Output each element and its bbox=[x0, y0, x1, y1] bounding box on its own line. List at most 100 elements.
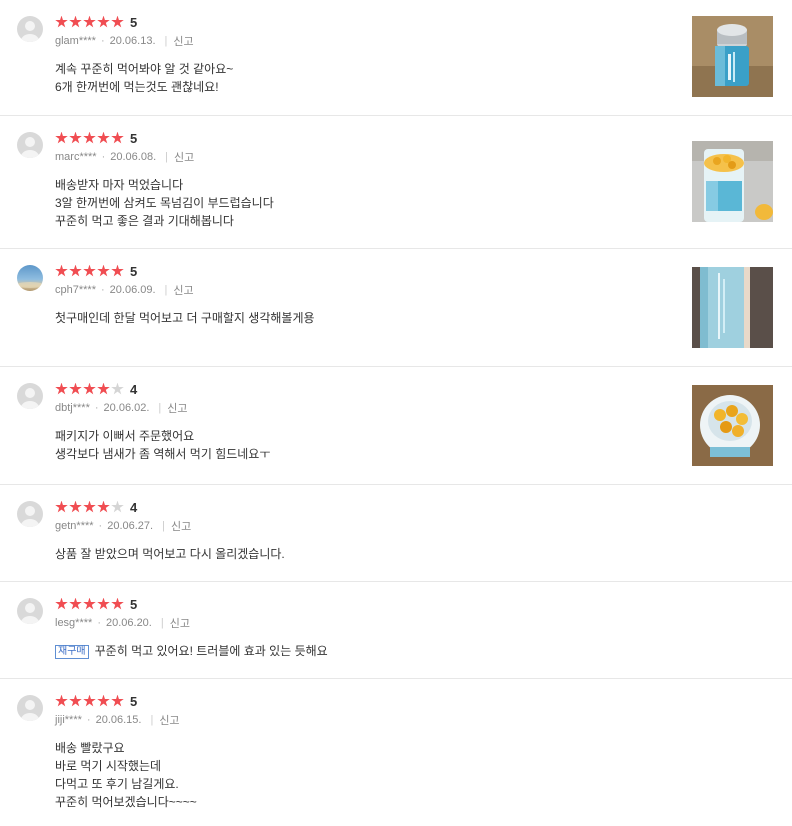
star-filled-icon bbox=[111, 597, 124, 610]
review-date: 20.06.08. bbox=[110, 151, 157, 163]
avatar bbox=[17, 695, 43, 721]
star-filled-icon bbox=[111, 131, 124, 144]
review-meta: lesg**** · 20.06.20. | 신고 bbox=[55, 616, 682, 630]
rating-score: 5 bbox=[130, 693, 138, 709]
reviewer-id: marc**** bbox=[55, 151, 97, 163]
review-date: 20.06.20. bbox=[105, 617, 152, 629]
reviewer-id: dbtj**** bbox=[55, 402, 90, 414]
star-filled-icon bbox=[111, 264, 124, 277]
review-text-line: 생각보다 냄새가 좀 역해서 먹기 힘드네요ㅜ bbox=[55, 447, 271, 461]
review-content: 재구매 꾸준히 먹고 있어요! 트러블에 효과 있는 듯해요 bbox=[55, 642, 682, 660]
review-date: 20.06.13. bbox=[109, 35, 156, 47]
rating: 5 bbox=[55, 693, 682, 709]
review-content: 상품 잘 받았으며 먹어보고 다시 올리겠습니다. bbox=[55, 545, 682, 563]
review-photo-pills[interactable] bbox=[692, 385, 773, 466]
review-text-line: 배송받자 마자 먹었습니다 bbox=[55, 178, 184, 192]
review-meta: cph7**** · 20.06.09. | 신고 bbox=[55, 283, 682, 297]
review-body: 5 jiji**** · 20.06.15. | 신고 배송 빨랐구요 바로 먹… bbox=[55, 693, 682, 811]
repurchase-badge: 재구매 bbox=[55, 645, 89, 659]
star-rating bbox=[55, 500, 124, 514]
report-link[interactable]: 신고 bbox=[159, 712, 179, 728]
star-filled-icon bbox=[69, 382, 82, 395]
rating-score: 4 bbox=[130, 381, 138, 397]
report-link[interactable]: 신고 bbox=[171, 518, 191, 534]
rating: 5 bbox=[55, 14, 682, 30]
meta-separator: | bbox=[165, 151, 168, 163]
meta-separator: | bbox=[164, 284, 168, 296]
user-silhouette-icon bbox=[21, 137, 39, 158]
review-body: 4 getn**** · 20.06.27. | 신고 상품 잘 받았으며 먹어… bbox=[55, 499, 682, 563]
star-empty-icon bbox=[111, 500, 124, 513]
review-content: 계속 꾸준히 먹어봐야 알 것 같아요~ 6개 한꺼번에 먹는것도 괜찮네요! bbox=[55, 60, 682, 96]
star-filled-icon bbox=[111, 15, 124, 28]
avatar bbox=[17, 132, 43, 158]
star-filled-icon bbox=[55, 131, 68, 144]
user-silhouette-icon bbox=[21, 700, 39, 721]
review-date: 20.06.02. bbox=[103, 402, 150, 414]
review-text-line: 6개 한꺼번에 먹는것도 괜찮네요! bbox=[55, 80, 219, 94]
review-content: 첫구매인데 한달 먹어보고 더 구매할지 생각해볼게용 bbox=[55, 309, 682, 327]
meta-dot: · bbox=[101, 151, 106, 163]
reviewer-id: lesg**** bbox=[55, 617, 93, 629]
star-filled-icon bbox=[97, 15, 110, 28]
review-meta: getn**** · 20.06.27. | 신고 bbox=[55, 519, 682, 533]
rating: 5 bbox=[55, 263, 682, 279]
star-filled-icon bbox=[69, 264, 82, 277]
review-item: 5 cph7**** · 20.06.09. | 신고 첫구매인데 한달 먹어보… bbox=[0, 249, 792, 367]
report-link[interactable]: 신고 bbox=[174, 149, 194, 165]
review-text: 꾸준히 먹고 있어요! 트러블에 효과 있는 듯해요 bbox=[94, 644, 328, 658]
review-meta: glam**** · 20.06.13. | 신고 bbox=[55, 34, 682, 48]
review-text-line: 첫구매인데 한달 먹어보고 더 구매할지 생각해볼게용 bbox=[55, 311, 315, 325]
review-text-line: 재구매 꾸준히 먹고 있어요! 트러블에 효과 있는 듯해요 bbox=[55, 642, 682, 660]
reviewer-id: jiji**** bbox=[55, 714, 82, 726]
meta-dot: · bbox=[98, 520, 103, 532]
rating-score: 4 bbox=[130, 499, 138, 515]
star-filled-icon bbox=[55, 382, 68, 395]
review-text-line: 꾸준히 먹고 좋은 결과 기대해봅니다 bbox=[55, 214, 234, 228]
review-list: 5 glam**** · 20.06.13. | 신고 계속 꾸준히 먹어봐야 … bbox=[0, 0, 792, 826]
star-filled-icon bbox=[97, 500, 110, 513]
review-date: 20.06.09. bbox=[109, 284, 156, 296]
meta-dot: · bbox=[100, 284, 105, 296]
meta-separator: | bbox=[158, 402, 162, 414]
star-filled-icon bbox=[97, 131, 110, 144]
star-filled-icon bbox=[97, 694, 110, 707]
meta-dot: · bbox=[100, 35, 105, 47]
star-filled-icon bbox=[97, 382, 110, 395]
review-item: 5 marc**** · 20.06.08. | 신고 배송받자 마자 먹었습니… bbox=[0, 116, 792, 249]
avatar bbox=[17, 598, 43, 624]
review-body: 5 glam**** · 20.06.13. | 신고 계속 꾸준히 먹어봐야 … bbox=[55, 14, 682, 96]
star-filled-icon bbox=[55, 694, 68, 707]
report-link[interactable]: 신고 bbox=[173, 33, 193, 49]
user-silhouette-icon bbox=[21, 603, 39, 624]
review-text-line: 상품 잘 받았으며 먹어보고 다시 올리겠습니다. bbox=[55, 547, 285, 561]
review-photo-bottle[interactable] bbox=[692, 16, 773, 97]
reviewer-id: glam**** bbox=[55, 35, 96, 47]
rating: 5 bbox=[55, 130, 682, 146]
review-content: 배송받자 마자 먹었습니다 3알 한꺼번에 삼켜도 목넘김이 부드럽습니다 꾸준… bbox=[55, 176, 682, 230]
review-meta: jiji**** · 20.06.15. | 신고 bbox=[55, 713, 682, 727]
review-meta: marc**** · 20.06.08. | 신고 bbox=[55, 150, 682, 164]
meta-separator: | bbox=[164, 35, 168, 47]
star-rating bbox=[55, 264, 124, 278]
review-item: 5 glam**** · 20.06.13. | 신고 계속 꾸준히 먹어봐야 … bbox=[0, 0, 792, 116]
meta-separator: | bbox=[162, 520, 165, 532]
star-rating bbox=[55, 15, 124, 29]
report-link[interactable]: 신고 bbox=[173, 282, 193, 298]
star-filled-icon bbox=[69, 15, 82, 28]
report-link[interactable]: 신고 bbox=[170, 615, 190, 631]
star-filled-icon bbox=[83, 131, 96, 144]
star-filled-icon bbox=[69, 131, 82, 144]
user-silhouette-icon bbox=[21, 21, 39, 42]
report-link[interactable]: 신고 bbox=[167, 400, 187, 416]
star-filled-icon bbox=[55, 15, 68, 28]
review-photo-box[interactable] bbox=[692, 267, 773, 348]
star-filled-icon bbox=[69, 694, 82, 707]
review-photo-open-bottle[interactable] bbox=[692, 141, 773, 222]
review-meta: dbtj**** · 20.06.02. | 신고 bbox=[55, 401, 682, 415]
star-filled-icon bbox=[55, 597, 68, 610]
review-body: 5 lesg**** · 20.06.20. | 신고 재구매 꾸준히 먹고 있어… bbox=[55, 596, 682, 660]
review-text-line: 배송 빨랐구요 bbox=[55, 741, 125, 755]
user-silhouette-icon bbox=[21, 506, 39, 527]
rating: 5 bbox=[55, 596, 682, 612]
